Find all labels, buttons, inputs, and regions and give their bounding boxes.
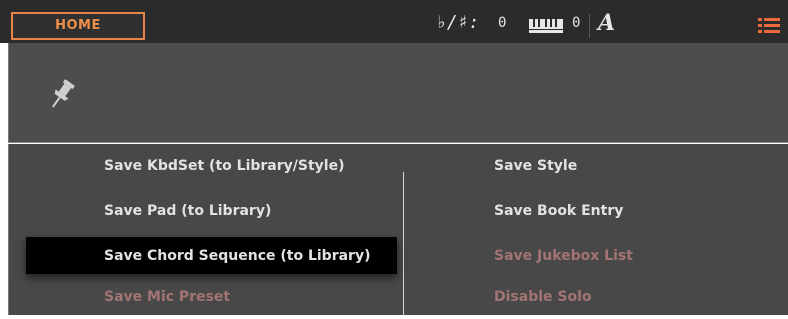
home-tab[interactable]: HOME — [11, 12, 145, 40]
transpose-label: ♭/♯: — [436, 12, 480, 33]
menu-item-save-style[interactable]: Save Style — [494, 144, 577, 188]
menu-item-disable-solo: Disable Solo — [494, 289, 592, 305]
menu-item-save-mic-preset: Save Mic Preset — [104, 289, 231, 305]
octave-value: 0 — [572, 15, 581, 31]
keyboard-icon — [529, 18, 563, 37]
transpose-value: 0 — [498, 15, 507, 31]
column-divider — [403, 172, 404, 315]
menu-item-save-pad[interactable]: Save Pad (to Library) — [104, 189, 271, 233]
menu-item-save-jukebox-list: Save Jukebox List — [494, 248, 633, 264]
list-menu-icon[interactable] — [758, 18, 780, 38]
top-bar: HOME ♭/♯: 0 0 A — [0, 0, 788, 43]
pin-panel — [8, 43, 788, 143]
pushpin-icon[interactable] — [46, 78, 78, 116]
font-indicator: A — [598, 10, 616, 36]
menu-item-save-chord-sequence[interactable]: Save Chord Sequence (to Library) — [104, 234, 371, 278]
status-divider — [589, 14, 590, 38]
menu-item-save-kbdset[interactable]: Save KbdSet (to Library/Style) — [104, 144, 344, 188]
menu-item-save-book-entry[interactable]: Save Book Entry — [494, 189, 623, 233]
screen: HOME ♭/♯: 0 0 A Save KbdSet (to Library/… — [0, 0, 788, 315]
